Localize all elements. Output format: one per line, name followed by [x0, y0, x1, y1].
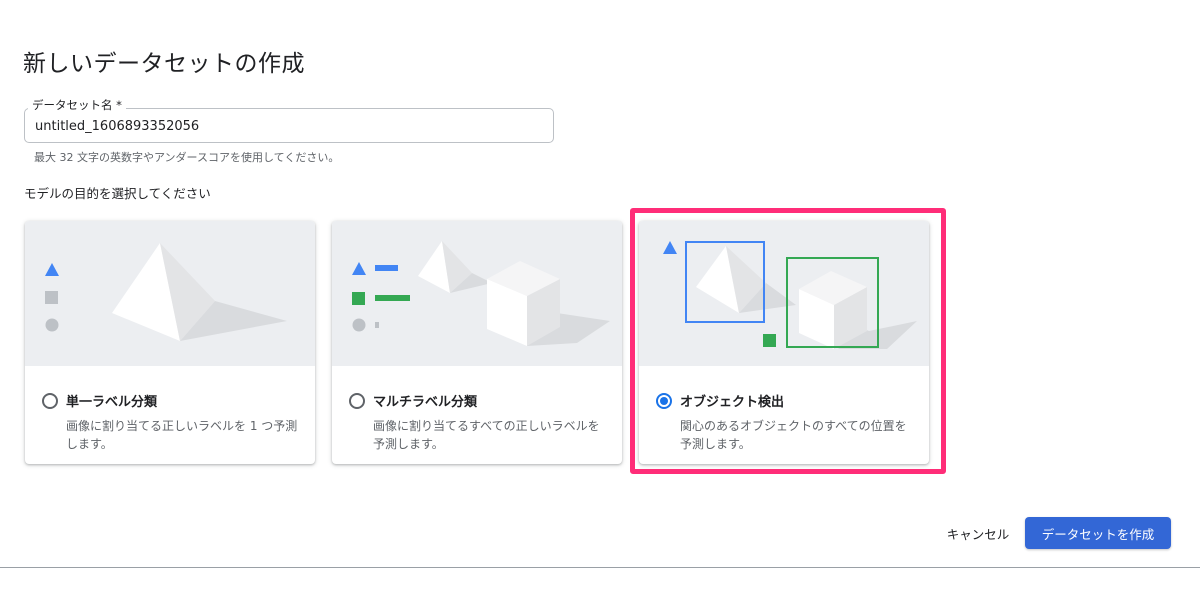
- circle-icon: [352, 318, 366, 332]
- circle-icon: [45, 318, 59, 332]
- triangle-icon: [663, 241, 677, 254]
- radio-object-detection[interactable]: [656, 393, 672, 409]
- radio-single-label[interactable]: [42, 393, 58, 409]
- card-title-object-detection: オブジェクト検出: [680, 395, 785, 410]
- card-title-multi-label: マルチラベル分類: [373, 395, 478, 410]
- objective-card-multi-label[interactable]: マルチラベル分類 画像に割り当てるすべての正しいラベルを予測します。: [332, 221, 622, 464]
- objective-card-object-detection[interactable]: オブジェクト検出 関心のあるオブジェクトのすべての位置を予測します。: [639, 221, 929, 464]
- single-label-illustration: [25, 221, 315, 366]
- square-icon: [352, 292, 365, 305]
- radio-multi-label[interactable]: [349, 393, 365, 409]
- card-desc-single-label: 画像に割り当てる正しいラベルを 1 つ予測します。: [66, 419, 298, 451]
- create-dataset-button[interactable]: データセットを作成: [1025, 517, 1171, 549]
- card-desc-multi-label: 画像に割り当てるすべての正しいラベルを予測します。: [373, 419, 600, 451]
- dataset-name-field[interactable]: [24, 108, 554, 143]
- triangle-icon: [352, 262, 366, 275]
- objective-heading: モデルの目的を選択してください: [24, 186, 211, 201]
- object-detection-illustration: [639, 221, 929, 366]
- multi-label-illustration: [332, 221, 622, 366]
- dataset-name-input[interactable]: [35, 115, 540, 137]
- divider: [0, 567, 1200, 568]
- dataset-name-hint: 最大 32 文字の英数字やアンダースコアを使用してください。: [34, 151, 340, 164]
- objective-card-single-label[interactable]: 単一ラベル分類 画像に割り当てる正しいラベルを 1 つ予測します。: [25, 221, 315, 464]
- create-dataset-dialog: 新しいデータセットの作成 データセット名 * 最大 32 文字の英数字やアンダー…: [0, 0, 1200, 591]
- dialog-title: 新しいデータセットの作成: [23, 51, 305, 77]
- dataset-name-label: データセット名 *: [28, 97, 126, 113]
- card-title-single-label: 単一ラベル分類: [66, 395, 158, 410]
- triangle-icon: [45, 263, 59, 276]
- card-desc-object-detection: 関心のあるオブジェクトのすべての位置を予測します。: [680, 419, 907, 451]
- cancel-button[interactable]: キャンセル: [937, 517, 1019, 549]
- square-icon: [45, 291, 58, 304]
- square-icon: [763, 334, 776, 347]
